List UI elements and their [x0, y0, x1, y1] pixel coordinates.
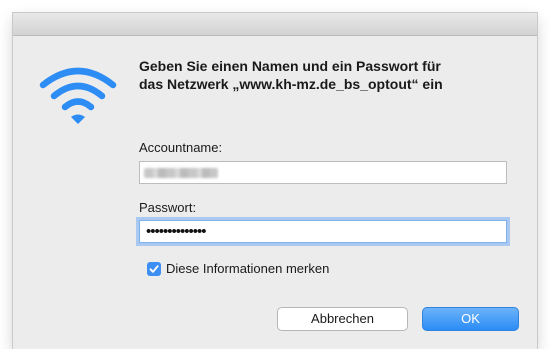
remember-checkbox[interactable] [147, 262, 161, 276]
ok-button[interactable]: OK [422, 307, 519, 331]
message-line-2: das Netzwerk „www.kh-mz.de_bs_optout“ ei… [139, 76, 443, 92]
password-masked-value: •••••••••••••• [146, 223, 207, 240]
message-line-1: Geben Sie einen Namen und ein Passwort f… [139, 58, 441, 74]
screen: Geben Sie einen Namen und ein Passwort f… [0, 0, 550, 349]
accountname-obscured-value [144, 168, 218, 178]
cancel-button[interactable]: Abbrechen [277, 307, 408, 331]
remember-label[interactable]: Diese Informationen merken [166, 261, 329, 276]
password-label: Passwort: [139, 200, 197, 215]
accountname-label: Accountname: [139, 140, 223, 155]
dialog-message: Geben Sie einen Namen und ein Passwort f… [139, 57, 519, 93]
checkmark-icon [149, 265, 159, 273]
dialog-titlebar[interactable] [13, 13, 537, 36]
wifi-icon [39, 67, 117, 124]
network-password-dialog: Geben Sie einen Namen und ein Passwort f… [13, 13, 537, 349]
